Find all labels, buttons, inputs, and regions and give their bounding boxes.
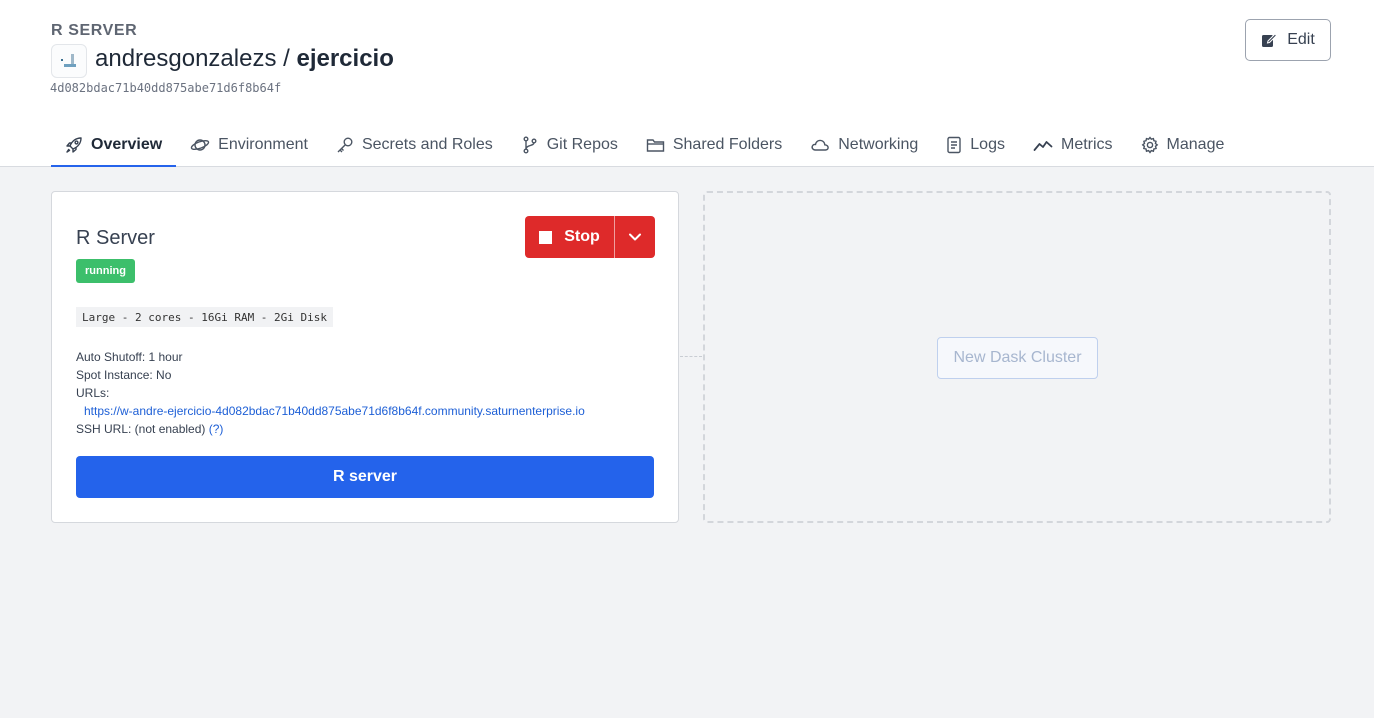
- planet-icon: [190, 139, 210, 151]
- urls-label: URLs:: [76, 386, 110, 400]
- chevron-down-icon: [629, 233, 641, 241]
- resource-owner: andresgonzalezs: [95, 45, 277, 72]
- spot-instance: Spot Instance: No: [76, 368, 172, 382]
- tab-bar: Overview Environment Secrets and Roles G…: [51, 125, 1238, 167]
- r-server-logo-icon: [61, 54, 76, 67]
- stop-button-label: Stop: [564, 228, 600, 245]
- dask-connector: [680, 356, 702, 357]
- stop-button-group: Stop: [525, 216, 655, 258]
- stop-button[interactable]: Stop: [525, 216, 615, 258]
- gear-icon: [1141, 136, 1158, 154]
- tab-label: Git Repos: [546, 136, 618, 153]
- folder-icon: [646, 139, 665, 152]
- tab-logs[interactable]: Logs: [932, 125, 1019, 165]
- edit-button[interactable]: Edit: [1245, 19, 1331, 61]
- new-dask-cluster-button[interactable]: New Dask Cluster: [937, 337, 1098, 379]
- r-server-card: R Server running Stop Large - 2 cores - …: [51, 191, 679, 523]
- document-icon: [947, 136, 961, 154]
- stop-options-dropdown[interactable]: [615, 216, 655, 258]
- resource-avatar: [51, 44, 87, 78]
- resource-type-label: R SERVER: [51, 22, 138, 39]
- resource-id: 4d082bdac71b40dd875abe71d6f8b64f: [50, 81, 282, 95]
- tab-label: Overview: [91, 136, 163, 153]
- tab-networking[interactable]: Networking: [796, 125, 932, 165]
- tab-label: Manage: [1166, 136, 1225, 153]
- edit-icon: [1262, 33, 1278, 47]
- tab-label: Metrics: [1060, 136, 1113, 153]
- status-badge: running: [76, 259, 135, 283]
- resource-title: andresgonzalezs / ejercicio: [95, 45, 394, 73]
- tab-label: Shared Folders: [672, 136, 783, 153]
- ssh-url-text: SSH URL: (not enabled): [76, 422, 206, 436]
- cloud-icon: [811, 139, 830, 151]
- server-url-link[interactable]: https://w-andre-ejercicio-4d082bdac71b40…: [76, 402, 585, 420]
- tab-label: Secrets and Roles: [361, 136, 493, 153]
- tab-shared-folders[interactable]: Shared Folders: [632, 125, 796, 165]
- edit-button-label: Edit: [1287, 31, 1315, 48]
- tab-metrics[interactable]: Metrics: [1019, 125, 1127, 165]
- ssh-url: SSH URL: (not enabled) (?): [76, 420, 585, 438]
- open-r-server-button[interactable]: R server: [76, 456, 654, 498]
- server-details: Auto Shutoff: 1 hour Spot Instance: No U…: [76, 348, 585, 438]
- rocket-icon: [66, 137, 82, 153]
- instance-size: Large - 2 cores - 16Gi RAM - 2Gi Disk: [76, 307, 334, 327]
- page-header: R SERVER andresgonzalezs / ejercicio 4d0…: [0, 0, 1374, 167]
- tab-label: Environment: [218, 136, 308, 153]
- trend-icon: [1033, 141, 1053, 151]
- dask-cluster-panel: New Dask Cluster: [703, 191, 1331, 523]
- ssh-help-link[interactable]: (?): [209, 422, 224, 436]
- title-separator: /: [276, 45, 297, 72]
- tab-manage[interactable]: Manage: [1127, 125, 1239, 165]
- stop-icon: [539, 230, 553, 244]
- git-branch-icon: [523, 136, 537, 154]
- tab-secrets-and-roles[interactable]: Secrets and Roles: [322, 125, 507, 165]
- tab-overview[interactable]: Overview: [51, 125, 177, 167]
- key-icon: [337, 137, 353, 153]
- tab-environment[interactable]: Environment: [176, 125, 322, 165]
- tab-label: Networking: [838, 136, 919, 153]
- card-title: R Server: [76, 227, 155, 249]
- tab-git-repos[interactable]: Git Repos: [507, 125, 632, 165]
- auto-shutoff: Auto Shutoff: 1 hour: [76, 350, 183, 364]
- tab-label: Logs: [970, 136, 1005, 153]
- resource-name: ejercicio: [296, 45, 394, 72]
